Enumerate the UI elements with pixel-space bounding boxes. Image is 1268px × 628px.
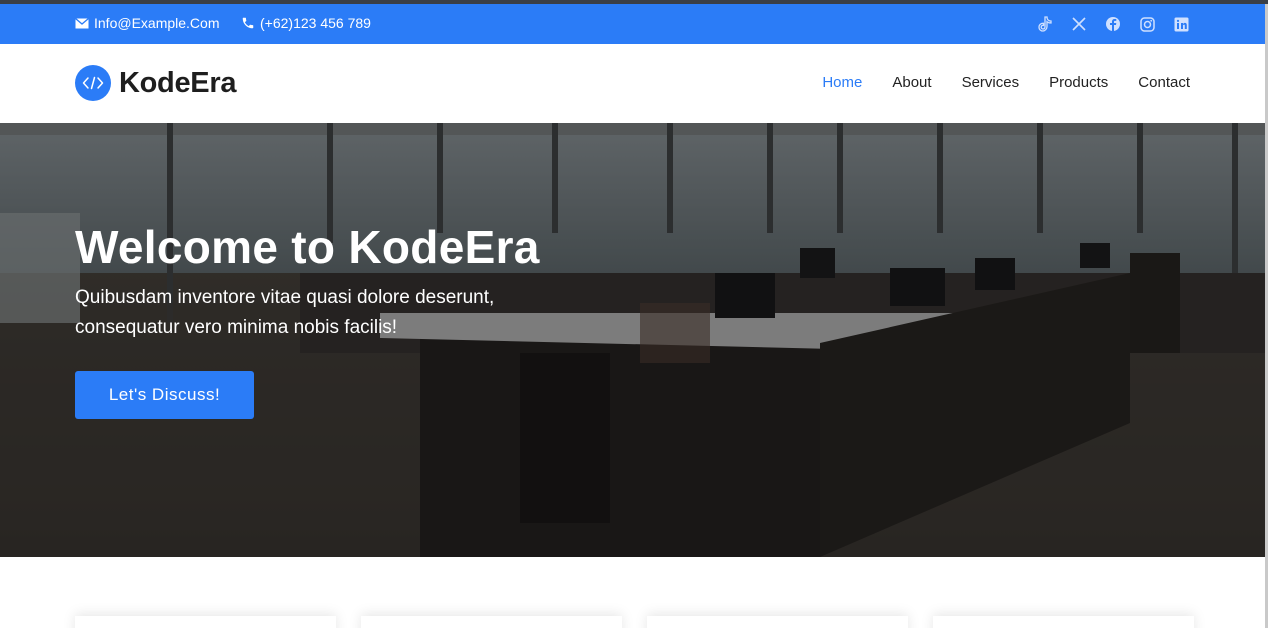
nav-home[interactable]: Home [822,74,862,91]
feature-card [361,616,622,628]
contact-phone[interactable]: (+62)123 456 789 [241,15,371,31]
phone-icon [242,17,254,29]
phone-text: (+62)123 456 789 [260,15,371,31]
code-icon [75,65,111,101]
lets-discuss-button[interactable]: Let's Discuss! [75,371,254,419]
email-text: Info@Example.Com [94,15,220,31]
hero-section: Welcome to KodeEra Quibusdam inventore v… [0,123,1265,557]
instagram-icon[interactable] [1138,15,1156,33]
nav-services[interactable]: Services [962,74,1020,91]
facebook-icon[interactable] [1104,15,1122,33]
feature-cards [75,616,1194,628]
hero-title: Welcome to KodeEra [75,221,540,273]
nav-menu: Home About Services Products Contact [822,74,1190,91]
main-navbar: KodeEra Home About Services Products Con… [0,44,1265,123]
nav-products[interactable]: Products [1049,74,1108,91]
mail-icon [75,17,89,28]
x-icon[interactable] [1070,15,1088,33]
feature-card [933,616,1194,628]
top-contact-bar: Info@Example.Com (+62)123 456 789 [0,4,1265,44]
contact-email[interactable]: Info@Example.Com [75,15,219,31]
brand-logo[interactable]: KodeEra [75,65,236,101]
brand-name: KodeEra [119,66,237,99]
nav-contact[interactable]: Contact [1138,74,1190,91]
nav-about[interactable]: About [892,74,931,91]
linkedin-icon[interactable] [1172,15,1190,33]
social-links [1036,15,1190,33]
feature-card [647,616,908,628]
feature-card [75,616,336,628]
tiktok-icon[interactable] [1036,15,1054,33]
hero-subtitle: Quibusdam inventore vitae quasi dolore d… [75,287,495,338]
